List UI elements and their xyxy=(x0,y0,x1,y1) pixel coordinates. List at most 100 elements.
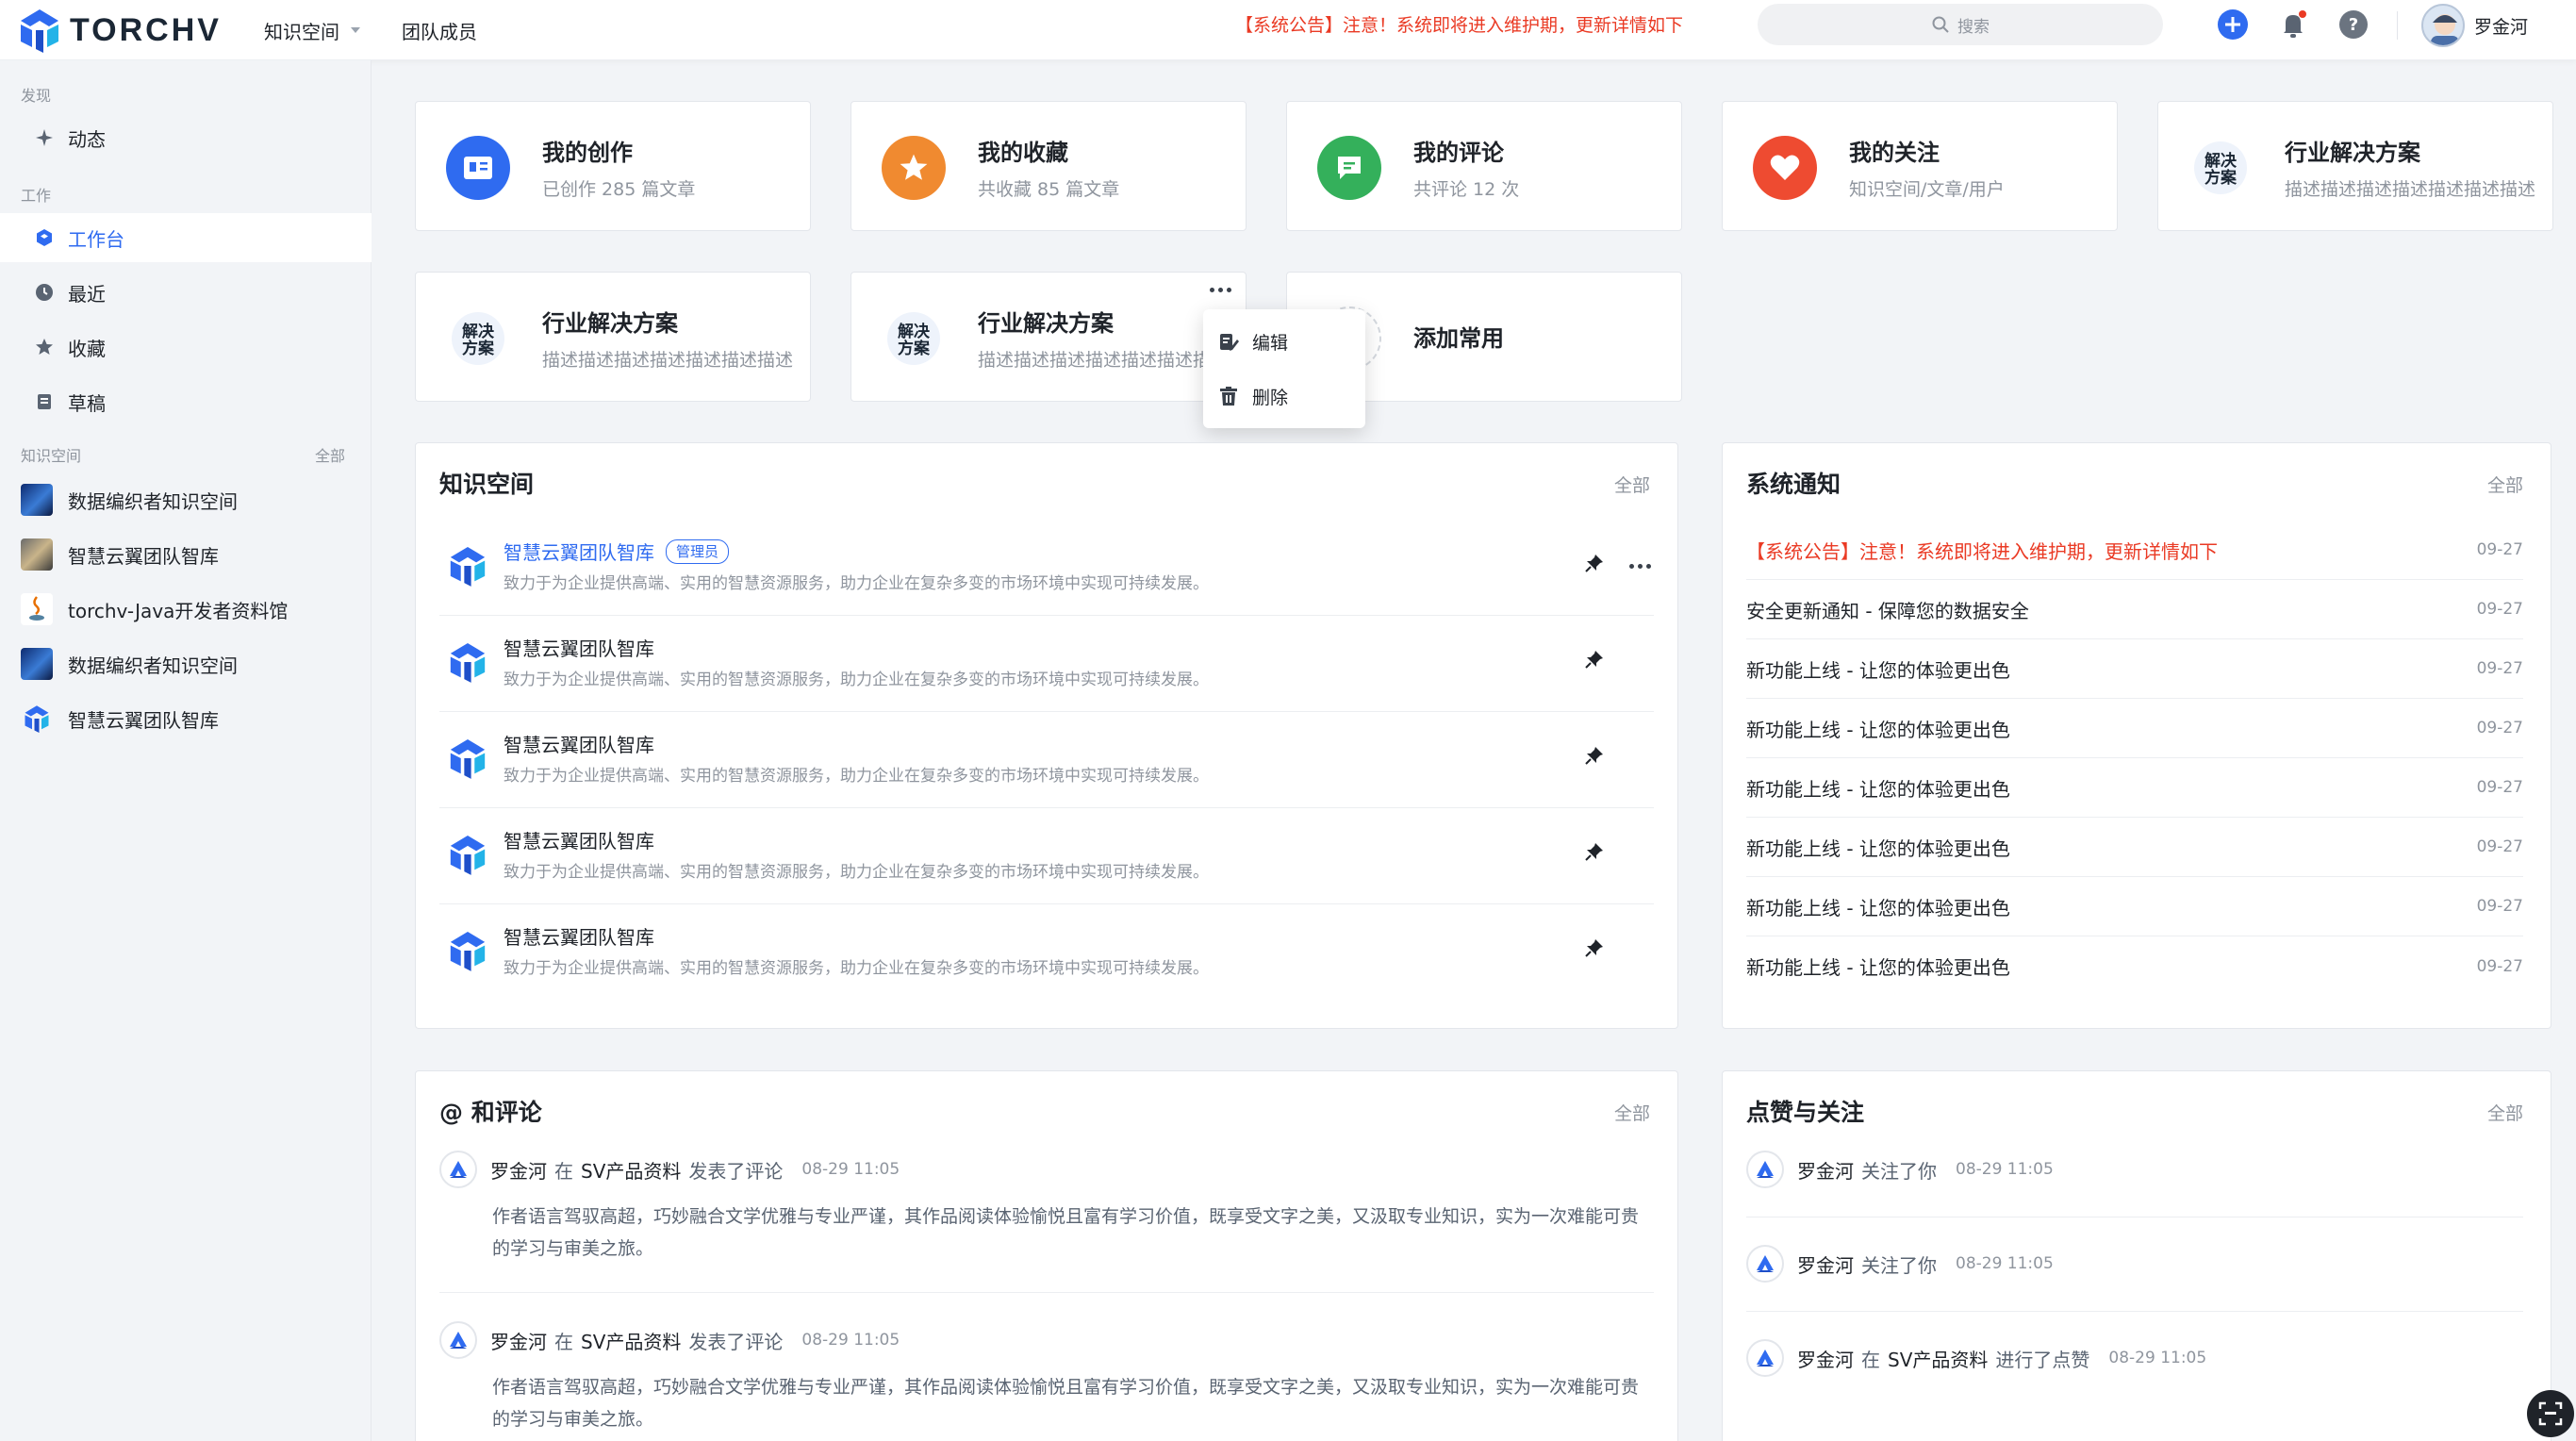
menu-item-label: 编辑 xyxy=(1252,332,1289,354)
quick-card-my-follows[interactable]: 我的关注 知识空间/文章/用户 xyxy=(1722,101,2118,231)
comment-target[interactable]: SV产品资料 xyxy=(581,1327,681,1354)
user-menu[interactable]: 罗金河 xyxy=(2421,2,2528,49)
notification-button[interactable] xyxy=(2276,8,2310,41)
sidebar-item-favorites[interactable]: 收藏 xyxy=(0,323,372,372)
quick-card-title: 行业解决方案 xyxy=(2285,140,2420,166)
sidebar-space-label: 数据编织者知识空间 xyxy=(68,654,238,677)
panel-all-link[interactable]: 全部 xyxy=(1614,1100,1650,1125)
list-item[interactable]: 智慧云翼团队智库 致力于为企业提供高端、实用的智慧资源服务，助力企业在复杂多变的… xyxy=(439,809,1654,904)
space-name[interactable]: 智慧云翼团队智库 xyxy=(504,922,654,950)
quick-card-my-comments[interactable]: 我的评论 共评论 12 次 xyxy=(1286,101,1682,231)
sidebar-space-item[interactable]: 智慧云翼团队智库 xyxy=(0,530,372,579)
more-options-icon[interactable] xyxy=(1629,564,1651,569)
search-placeholder: 搜索 xyxy=(1957,17,1990,37)
list-item[interactable]: 智慧云翼团队智库 致力于为企业提供高端、实用的智慧资源服务，助力企业在复杂多变的… xyxy=(439,713,1654,808)
app-logo[interactable]: TORCHV xyxy=(19,6,222,55)
like-action: 进行了点赞 xyxy=(1995,1348,2090,1371)
quick-card-title: 我的关注 xyxy=(1849,140,1940,166)
panel-all-link[interactable]: 全部 xyxy=(2487,472,2523,497)
like-row[interactable]: 罗金河 在 SV产品资料 进行了点赞 08-29 11:05 xyxy=(1746,1339,2206,1377)
sidebar-space-item[interactable]: 数据编织者知识空间 xyxy=(0,475,372,524)
announcement-link[interactable]: 【系统公告】注意！系统即将进入维护期，更新详情如下 xyxy=(1235,0,1683,51)
svg-text:方案: 方案 xyxy=(898,339,931,358)
notice-row[interactable]: 新功能上线 - 让您的体验更出色 09-27 xyxy=(1746,639,2523,699)
sidebar-item-workbench[interactable]: 工作台 xyxy=(0,213,372,262)
like-user[interactable]: 罗金河 xyxy=(1797,1345,1854,1372)
quick-card-my-favorites[interactable]: 我的收藏 共收藏 85 篇文章 xyxy=(850,101,1247,231)
menu-item-edit[interactable]: 编辑 xyxy=(1218,323,1288,360)
nav-team-members-label: 团队成员 xyxy=(402,20,477,43)
space-name[interactable]: 智慧云翼团队智库 xyxy=(504,634,654,661)
sidebar-item-recent[interactable]: 最近 xyxy=(0,268,372,317)
notice-row[interactable]: 新功能上线 - 让您的体验更出色 09-27 xyxy=(1746,818,2523,877)
quick-card-solution[interactable]: 解决 方案 行业解决方案 描述描述描述描述描述描述描述 xyxy=(415,272,811,402)
more-options-icon[interactable] xyxy=(1210,288,1231,292)
sidebar-space-item[interactable]: 智慧云翼团队智库 xyxy=(0,694,372,743)
add-button[interactable] xyxy=(2216,8,2250,41)
like-row[interactable]: 罗金河 关注了你 08-29 11:05 xyxy=(1746,1151,2054,1188)
pin-icon[interactable] xyxy=(1584,745,1605,766)
list-item[interactable]: 智慧云翼团队智库 致力于为企业提供高端、实用的智慧资源服务，助力企业在复杂多变的… xyxy=(439,617,1654,712)
notice-row[interactable]: 新功能上线 - 让您的体验更出色 09-27 xyxy=(1746,699,2523,758)
like-user[interactable]: 罗金河 xyxy=(1797,1251,1854,1278)
space-name[interactable]: 智慧云翼团队智库 xyxy=(504,538,654,565)
pin-icon[interactable] xyxy=(1584,937,1605,958)
comment-in: 在 xyxy=(554,1330,573,1353)
notice-row[interactable]: 【系统公告】注意！系统即将进入维护期，更新详情如下 09-27 xyxy=(1746,521,2523,580)
space-name[interactable]: 智慧云翼团队智库 xyxy=(504,826,654,853)
svg-text:?: ? xyxy=(2349,15,2358,35)
list-item[interactable]: 智慧云翼团队智库 管理员 致力于为企业提供高端、实用的智慧资源服务，助力企业在复杂… xyxy=(439,521,1654,616)
nav-knowledge-space-label: 知识空间 xyxy=(264,20,339,43)
sidebar-item-drafts[interactable]: 草稿 xyxy=(0,377,372,426)
sidebar-item-label: 草稿 xyxy=(68,391,106,415)
comment-user[interactable]: 罗金河 xyxy=(490,1156,547,1184)
like-target[interactable]: SV产品资料 xyxy=(1888,1345,1988,1372)
solution-logo-icon: 解决 方案 xyxy=(2188,136,2253,200)
notice-date: 09-27 xyxy=(2476,778,2523,797)
knowledge-all-link[interactable]: 全部 xyxy=(315,443,345,466)
notice-row[interactable]: 新功能上线 - 让您的体验更出色 09-27 xyxy=(1746,758,2523,818)
space-description: 致力于为企业提供高端、实用的智慧资源服务，助力企业在复杂多变的市场环境中实现可持… xyxy=(504,767,1209,786)
comment-target[interactable]: SV产品资料 xyxy=(581,1156,681,1184)
like-row[interactable]: 罗金河 关注了你 08-29 11:05 xyxy=(1746,1245,2054,1283)
quick-card-my-creations[interactable]: 我的创作 已创作 285 篇文章 xyxy=(415,101,811,231)
nav-knowledge-space[interactable]: 知识空间 xyxy=(264,17,360,44)
quick-card-subtitle: 共收藏 85 篇文章 xyxy=(978,179,1120,200)
comment-user[interactable]: 罗金河 xyxy=(490,1327,547,1354)
assistant-button[interactable] xyxy=(2527,1390,2574,1437)
nav-team-members[interactable]: 团队成员 xyxy=(402,17,477,44)
quick-card-solution[interactable]: 解决 方案 行业解决方案 描述描述描述描述描述描述描述 xyxy=(2157,101,2553,231)
help-button[interactable]: ? xyxy=(2337,8,2370,41)
sidebar-item-label: 动态 xyxy=(68,127,106,151)
list-item[interactable]: 智慧云翼团队智库 致力于为企业提供高端、实用的智慧资源服务，助力企业在复杂多变的… xyxy=(439,905,1654,1001)
notice-row[interactable]: 新功能上线 - 让您的体验更出色 09-27 xyxy=(1746,936,2523,996)
avatar xyxy=(2421,4,2465,47)
comment-action: 发表了评论 xyxy=(688,1330,784,1353)
notice-row[interactable]: 新功能上线 - 让您的体验更出色 09-27 xyxy=(1746,877,2523,936)
panel-all-link[interactable]: 全部 xyxy=(2487,1100,2523,1125)
avatar[interactable] xyxy=(439,1321,477,1359)
sidebar-space-item[interactable]: 数据编织者知识空间 xyxy=(0,639,372,688)
quick-card-solution[interactable]: 解决 方案 行业解决方案 描述描述描述描述描述描述描述 xyxy=(850,272,1247,402)
sidebar-space-item[interactable]: torchv-Java开发者资料馆 xyxy=(0,585,372,634)
pin-icon[interactable] xyxy=(1584,553,1605,573)
notice-text: 安全更新通知 - 保障您的数据安全 xyxy=(1746,599,2029,622)
like-user[interactable]: 罗金河 xyxy=(1797,1156,1854,1184)
menu-item-delete[interactable]: 删除 xyxy=(1218,377,1288,415)
like-action: 关注了你 xyxy=(1861,1159,1937,1183)
avatar[interactable] xyxy=(1746,1339,1784,1377)
sidebar-item-activity[interactable]: 动态 xyxy=(0,113,372,162)
avatar[interactable] xyxy=(1746,1151,1784,1188)
section-discover: 发现 xyxy=(21,87,52,105)
pin-icon[interactable] xyxy=(1584,841,1605,862)
java-icon xyxy=(21,593,53,625)
avatar[interactable] xyxy=(1746,1245,1784,1283)
space-name[interactable]: 智慧云翼团队智库 xyxy=(504,730,654,757)
pin-icon[interactable] xyxy=(1584,649,1605,670)
avatar[interactable] xyxy=(439,1151,477,1188)
quick-card-subtitle: 描述描述描述描述描述描述描述 xyxy=(2285,179,2536,200)
heart-icon xyxy=(1753,136,1817,200)
search-input[interactable]: 搜索 xyxy=(1758,4,2163,45)
notice-row[interactable]: 安全更新通知 - 保障您的数据安全 09-27 xyxy=(1746,580,2523,639)
panel-all-link[interactable]: 全部 xyxy=(1614,472,1650,497)
